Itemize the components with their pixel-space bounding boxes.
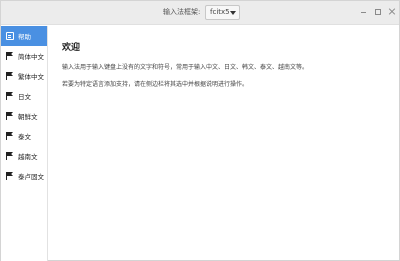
document-icon [6,32,14,40]
sidebar-item-label: 简体中文 [18,53,44,61]
intro-paragraph: 输入法用于输入键盘上没有的文字和符号，常用于输入中文、日文、韩文、泰文、越南文等… [62,64,309,71]
sidebar-item-label: 繁体中文 [18,73,44,81]
dropdown-caret-icon [230,11,236,15]
sidebar-item-simplified-chinese[interactable]: 简体中文 [1,46,47,66]
flag-icon [6,132,14,140]
sidebar-item-japanese[interactable]: 日文 [1,86,47,106]
flag-icon [6,112,14,120]
sidebar-item-label: 越南文 [18,153,38,161]
sidebar-item-label: 泰卢固文 [18,173,44,181]
instructions-paragraph: 若要为特定语言添加支持，请在侧边栏将其选中并根据说明进行操作。 [62,81,249,88]
sidebar-item-help[interactable]: 帮助 [1,26,47,46]
flag-icon [6,152,14,160]
main-content: 欢迎 输入法用于输入键盘上没有的文字和符号，常用于输入中文、日文、韩文、泰文、越… [49,26,399,261]
framework-label: 输入法框架: [163,8,201,16]
sidebar-item-traditional-chinese[interactable]: 繁体中文 [1,66,47,86]
framework-select-value: fcitx5 [210,8,230,16]
sidebar-item-label: 朝鲜文 [18,113,38,121]
maximize-icon[interactable] [373,7,383,17]
title-bar: 输入法框架: fcitx5 [1,1,399,25]
page-title: 欢迎 [62,43,81,53]
language-sidebar: 帮助 简体中文 繁体中文 日文 朝鲜文 泰文 越南文 泰卢固文 [1,26,48,261]
sidebar-item-korean[interactable]: 朝鲜文 [1,106,47,126]
sidebar-item-label: 日文 [18,93,31,101]
close-icon[interactable] [387,7,397,17]
flag-icon [6,52,14,60]
framework-select[interactable]: fcitx5 [205,5,240,20]
minimize-icon[interactable] [359,7,369,17]
flag-icon [6,172,14,180]
flag-icon [6,72,14,80]
flag-icon [6,92,14,100]
sidebar-item-label: 泰文 [18,133,31,141]
sidebar-item-label: 帮助 [18,33,31,41]
sidebar-item-thai[interactable]: 泰文 [1,126,47,146]
sidebar-item-vietnamese[interactable]: 越南文 [1,146,47,166]
sidebar-item-telugu[interactable]: 泰卢固文 [1,166,47,186]
input-method-window: 输入法框架: fcitx5 帮助 简体中文 繁体中文 日文 朝鲜文 泰文 越南文… [0,0,400,261]
